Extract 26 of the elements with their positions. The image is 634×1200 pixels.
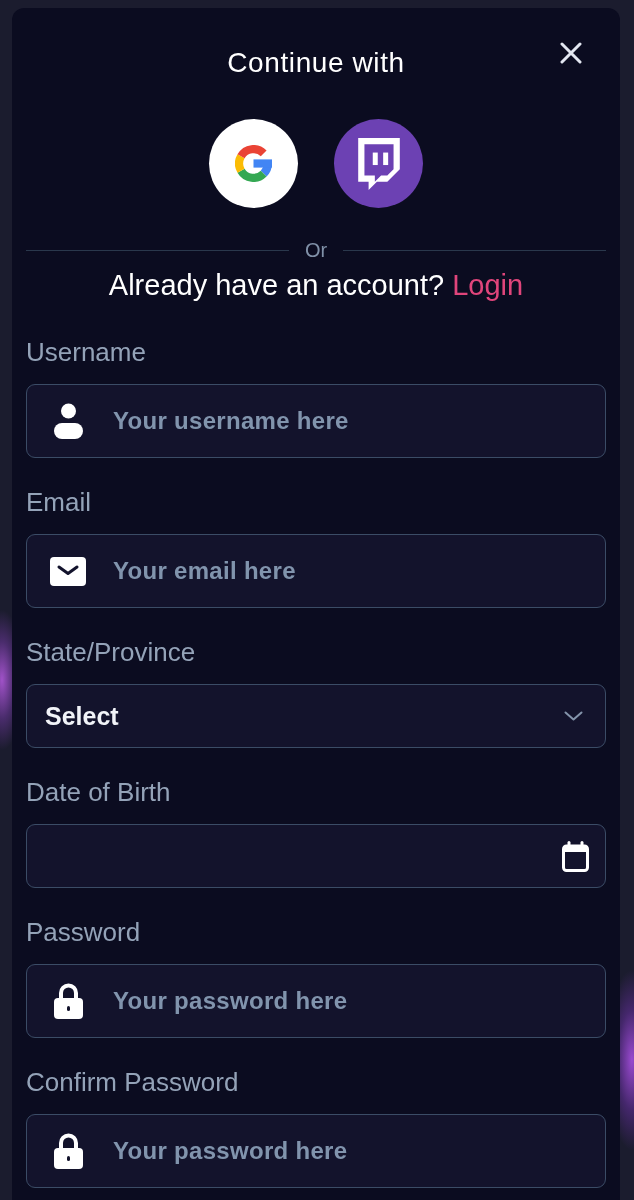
email-field[interactable]: Your email here [26, 534, 606, 608]
user-icon [54, 403, 83, 439]
username-field[interactable]: Your username here [26, 384, 606, 458]
chat-bubble-icon [357, 137, 400, 190]
password-field[interactable]: Your password here [26, 1114, 606, 1188]
login-prompt: Already have an account? Login [107, 268, 525, 303]
g-logo-icon [235, 145, 272, 182]
state-select[interactable]: Select [26, 684, 606, 748]
close-icon [560, 42, 582, 64]
login-link[interactable]: Login [452, 269, 524, 301]
field-label: Email [26, 487, 92, 517]
close-button[interactable] [560, 42, 582, 64]
date-field[interactable] [26, 824, 606, 888]
dialog-title: Continue with [227, 46, 405, 80]
field-label: Password [26, 917, 142, 947]
mail-icon [50, 556, 86, 586]
field-label: Confirm Password [26, 1067, 240, 1097]
field-label: State/Province [26, 637, 197, 667]
lock-icon [54, 1133, 83, 1169]
lock-icon [54, 983, 83, 1019]
password-field[interactable]: Your password here [26, 964, 606, 1038]
chevron-down-icon [564, 711, 583, 721]
divider-label: Or [304, 238, 328, 262]
field-label: Date of Birth [26, 777, 172, 807]
field-label: Username [26, 337, 147, 367]
calendar-icon [562, 840, 589, 872]
